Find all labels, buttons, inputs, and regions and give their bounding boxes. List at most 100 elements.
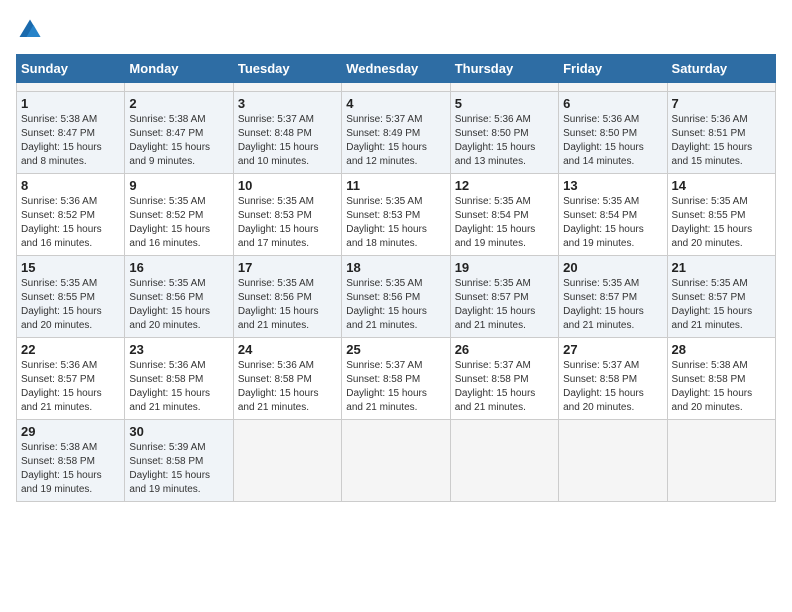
calendar-cell xyxy=(17,83,125,92)
calendar-table: SundayMondayTuesdayWednesdayThursdayFrid… xyxy=(16,54,776,502)
day-info: Sunrise: 5:36 AMSunset: 8:51 PMDaylight:… xyxy=(672,113,771,169)
calendar-cell: 10Sunrise: 5:35 AMSunset: 8:53 PMDayligh… xyxy=(233,174,341,256)
calendar-week-row: 8 Sunrise: 5:36 AMSunset: 8:52 PMDaylight… xyxy=(17,174,776,256)
day-number: 14 xyxy=(672,178,771,193)
calendar-cell: 30 Sunrise: 5:39 AMSunset: 8:58 PMDayligh… xyxy=(125,420,233,502)
calendar-cell xyxy=(667,420,775,502)
day-info: Sunrise: 5:37 AMSunset: 8:58 PMDaylight:… xyxy=(563,359,662,415)
day-number: 8 xyxy=(21,178,120,193)
day-number: 21 xyxy=(672,260,771,275)
day-number: 30 xyxy=(129,424,228,439)
calendar-cell: 4 Sunrise: 5:37 AMSunset: 8:49 PMDaylight… xyxy=(342,92,450,174)
day-number: 3 xyxy=(238,96,337,111)
calendar-cell: 15Sunrise: 5:35 AMSunset: 8:55 PMDayligh… xyxy=(17,256,125,338)
day-header-thursday: Thursday xyxy=(450,55,558,83)
calendar-cell: 26 Sunrise: 5:37 AMSunset: 8:58 PMDayligh… xyxy=(450,338,558,420)
day-number: 25 xyxy=(346,342,445,357)
calendar-cell: 6Sunrise: 5:36 AMSunset: 8:50 PMDaylight… xyxy=(559,92,667,174)
calendar-week-row: 22 Sunrise: 5:36 AMSunset: 8:57 PMDayligh… xyxy=(17,338,776,420)
calendar-cell: 17Sunrise: 5:35 AMSunset: 8:56 PMDayligh… xyxy=(233,256,341,338)
calendar-week-row: 29Sunrise: 5:38 AMSunset: 8:58 PMDayligh… xyxy=(17,420,776,502)
calendar-cell: 1 Sunrise: 5:38 AMSunset: 8:47 PMDaylight… xyxy=(17,92,125,174)
day-header-tuesday: Tuesday xyxy=(233,55,341,83)
calendar-cell: 27 Sunrise: 5:37 AMSunset: 8:58 PMDayligh… xyxy=(559,338,667,420)
day-number: 2 xyxy=(129,96,228,111)
calendar-cell: 22 Sunrise: 5:36 AMSunset: 8:57 PMDayligh… xyxy=(17,338,125,420)
calendar-cell: 5 Sunrise: 5:36 AMSunset: 8:50 PMDaylight… xyxy=(450,92,558,174)
day-number: 19 xyxy=(455,260,554,275)
header xyxy=(16,16,776,44)
day-info: Sunrise: 5:39 AMSunset: 8:58 PMDaylight:… xyxy=(129,441,228,497)
day-number: 26 xyxy=(455,342,554,357)
calendar-week-row: 1 Sunrise: 5:38 AMSunset: 8:47 PMDaylight… xyxy=(17,92,776,174)
calendar-week-row xyxy=(17,83,776,92)
day-number: 15 xyxy=(21,260,120,275)
day-info: Sunrise: 5:37 AMSunset: 8:58 PMDaylight:… xyxy=(455,359,554,415)
day-info: Sunrise: 5:38 AMSunset: 8:58 PMDaylight:… xyxy=(21,441,120,497)
day-info: Sunrise: 5:37 AMSunset: 8:49 PMDaylight:… xyxy=(346,113,445,169)
calendar-cell xyxy=(559,420,667,502)
day-number: 17 xyxy=(238,260,337,275)
calendar-cell: 2 Sunrise: 5:38 AMSunset: 8:47 PMDaylight… xyxy=(125,92,233,174)
day-number: 1 xyxy=(21,96,120,111)
calendar-cell: 20 Sunrise: 5:35 AMSunset: 8:57 PMDayligh… xyxy=(559,256,667,338)
day-info: Sunrise: 5:36 AMSunset: 8:50 PMDaylight:… xyxy=(455,113,554,169)
day-info: Sunrise: 5:36 AMSunset: 8:50 PMDaylight:… xyxy=(563,113,662,169)
day-header-friday: Friday xyxy=(559,55,667,83)
day-info: Sunrise: 5:36 AMSunset: 8:52 PMDaylight:… xyxy=(21,195,120,251)
day-number: 16 xyxy=(129,260,228,275)
day-info: Sunrise: 5:38 AMSunset: 8:58 PMDaylight:… xyxy=(672,359,771,415)
calendar-cell: 16 Sunrise: 5:35 AMSunset: 8:56 PMDayligh… xyxy=(125,256,233,338)
day-info: Sunrise: 5:36 AMSunset: 8:58 PMDaylight:… xyxy=(129,359,228,415)
day-info: Sunrise: 5:35 AMSunset: 8:56 PMDaylight:… xyxy=(129,277,228,333)
day-info: Sunrise: 5:35 AMSunset: 8:55 PMDaylight:… xyxy=(672,195,771,251)
day-number: 28 xyxy=(672,342,771,357)
day-header-saturday: Saturday xyxy=(667,55,775,83)
calendar-cell: 12Sunrise: 5:35 AMSunset: 8:54 PMDayligh… xyxy=(450,174,558,256)
calendar-cell xyxy=(559,83,667,92)
day-number: 4 xyxy=(346,96,445,111)
day-info: Sunrise: 5:35 AMSunset: 8:57 PMDaylight:… xyxy=(563,277,662,333)
day-info: Sunrise: 5:35 AMSunset: 8:56 PMDaylight:… xyxy=(346,277,445,333)
day-number: 27 xyxy=(563,342,662,357)
day-number: 20 xyxy=(563,260,662,275)
day-number: 22 xyxy=(21,342,120,357)
day-info: Sunrise: 5:35 AMSunset: 8:57 PMDaylight:… xyxy=(455,277,554,333)
calendar-cell xyxy=(342,83,450,92)
day-info: Sunrise: 5:35 AMSunset: 8:54 PMDaylight:… xyxy=(563,195,662,251)
day-number: 24 xyxy=(238,342,337,357)
day-number: 11 xyxy=(346,178,445,193)
day-info: Sunrise: 5:36 AMSunset: 8:57 PMDaylight:… xyxy=(21,359,120,415)
day-number: 5 xyxy=(455,96,554,111)
calendar-cell: 23Sunrise: 5:36 AMSunset: 8:58 PMDayligh… xyxy=(125,338,233,420)
calendar-cell: 13 Sunrise: 5:35 AMSunset: 8:54 PMDayligh… xyxy=(559,174,667,256)
calendar-cell xyxy=(233,83,341,92)
day-header-sunday: Sunday xyxy=(17,55,125,83)
day-info: Sunrise: 5:38 AMSunset: 8:47 PMDaylight:… xyxy=(129,113,228,169)
header-row: SundayMondayTuesdayWednesdayThursdayFrid… xyxy=(17,55,776,83)
day-info: Sunrise: 5:36 AMSunset: 8:58 PMDaylight:… xyxy=(238,359,337,415)
calendar-cell: 3Sunrise: 5:37 AMSunset: 8:48 PMDaylight… xyxy=(233,92,341,174)
day-info: Sunrise: 5:38 AMSunset: 8:47 PMDaylight:… xyxy=(21,113,120,169)
calendar-week-row: 15Sunrise: 5:35 AMSunset: 8:55 PMDayligh… xyxy=(17,256,776,338)
logo-icon xyxy=(16,16,44,44)
day-info: Sunrise: 5:35 AMSunset: 8:52 PMDaylight:… xyxy=(129,195,228,251)
day-number: 13 xyxy=(563,178,662,193)
day-info: Sunrise: 5:35 AMSunset: 8:53 PMDaylight:… xyxy=(346,195,445,251)
calendar-cell: 18 Sunrise: 5:35 AMSunset: 8:56 PMDayligh… xyxy=(342,256,450,338)
calendar-cell: 9Sunrise: 5:35 AMSunset: 8:52 PMDaylight… xyxy=(125,174,233,256)
day-header-wednesday: Wednesday xyxy=(342,55,450,83)
calendar-cell: 8 Sunrise: 5:36 AMSunset: 8:52 PMDaylight… xyxy=(17,174,125,256)
calendar-cell: 28 Sunrise: 5:38 AMSunset: 8:58 PMDayligh… xyxy=(667,338,775,420)
day-number: 18 xyxy=(346,260,445,275)
day-info: Sunrise: 5:35 AMSunset: 8:54 PMDaylight:… xyxy=(455,195,554,251)
calendar-cell: 7Sunrise: 5:36 AMSunset: 8:51 PMDaylight… xyxy=(667,92,775,174)
calendar-cell: 24 Sunrise: 5:36 AMSunset: 8:58 PMDayligh… xyxy=(233,338,341,420)
calendar-cell xyxy=(450,83,558,92)
day-number: 10 xyxy=(238,178,337,193)
calendar-cell: 14 Sunrise: 5:35 AMSunset: 8:55 PMDayligh… xyxy=(667,174,775,256)
calendar-cell: 21Sunrise: 5:35 AMSunset: 8:57 PMDayligh… xyxy=(667,256,775,338)
calendar-cell xyxy=(125,83,233,92)
calendar-cell: 19 Sunrise: 5:35 AMSunset: 8:57 PMDayligh… xyxy=(450,256,558,338)
calendar-cell xyxy=(342,420,450,502)
